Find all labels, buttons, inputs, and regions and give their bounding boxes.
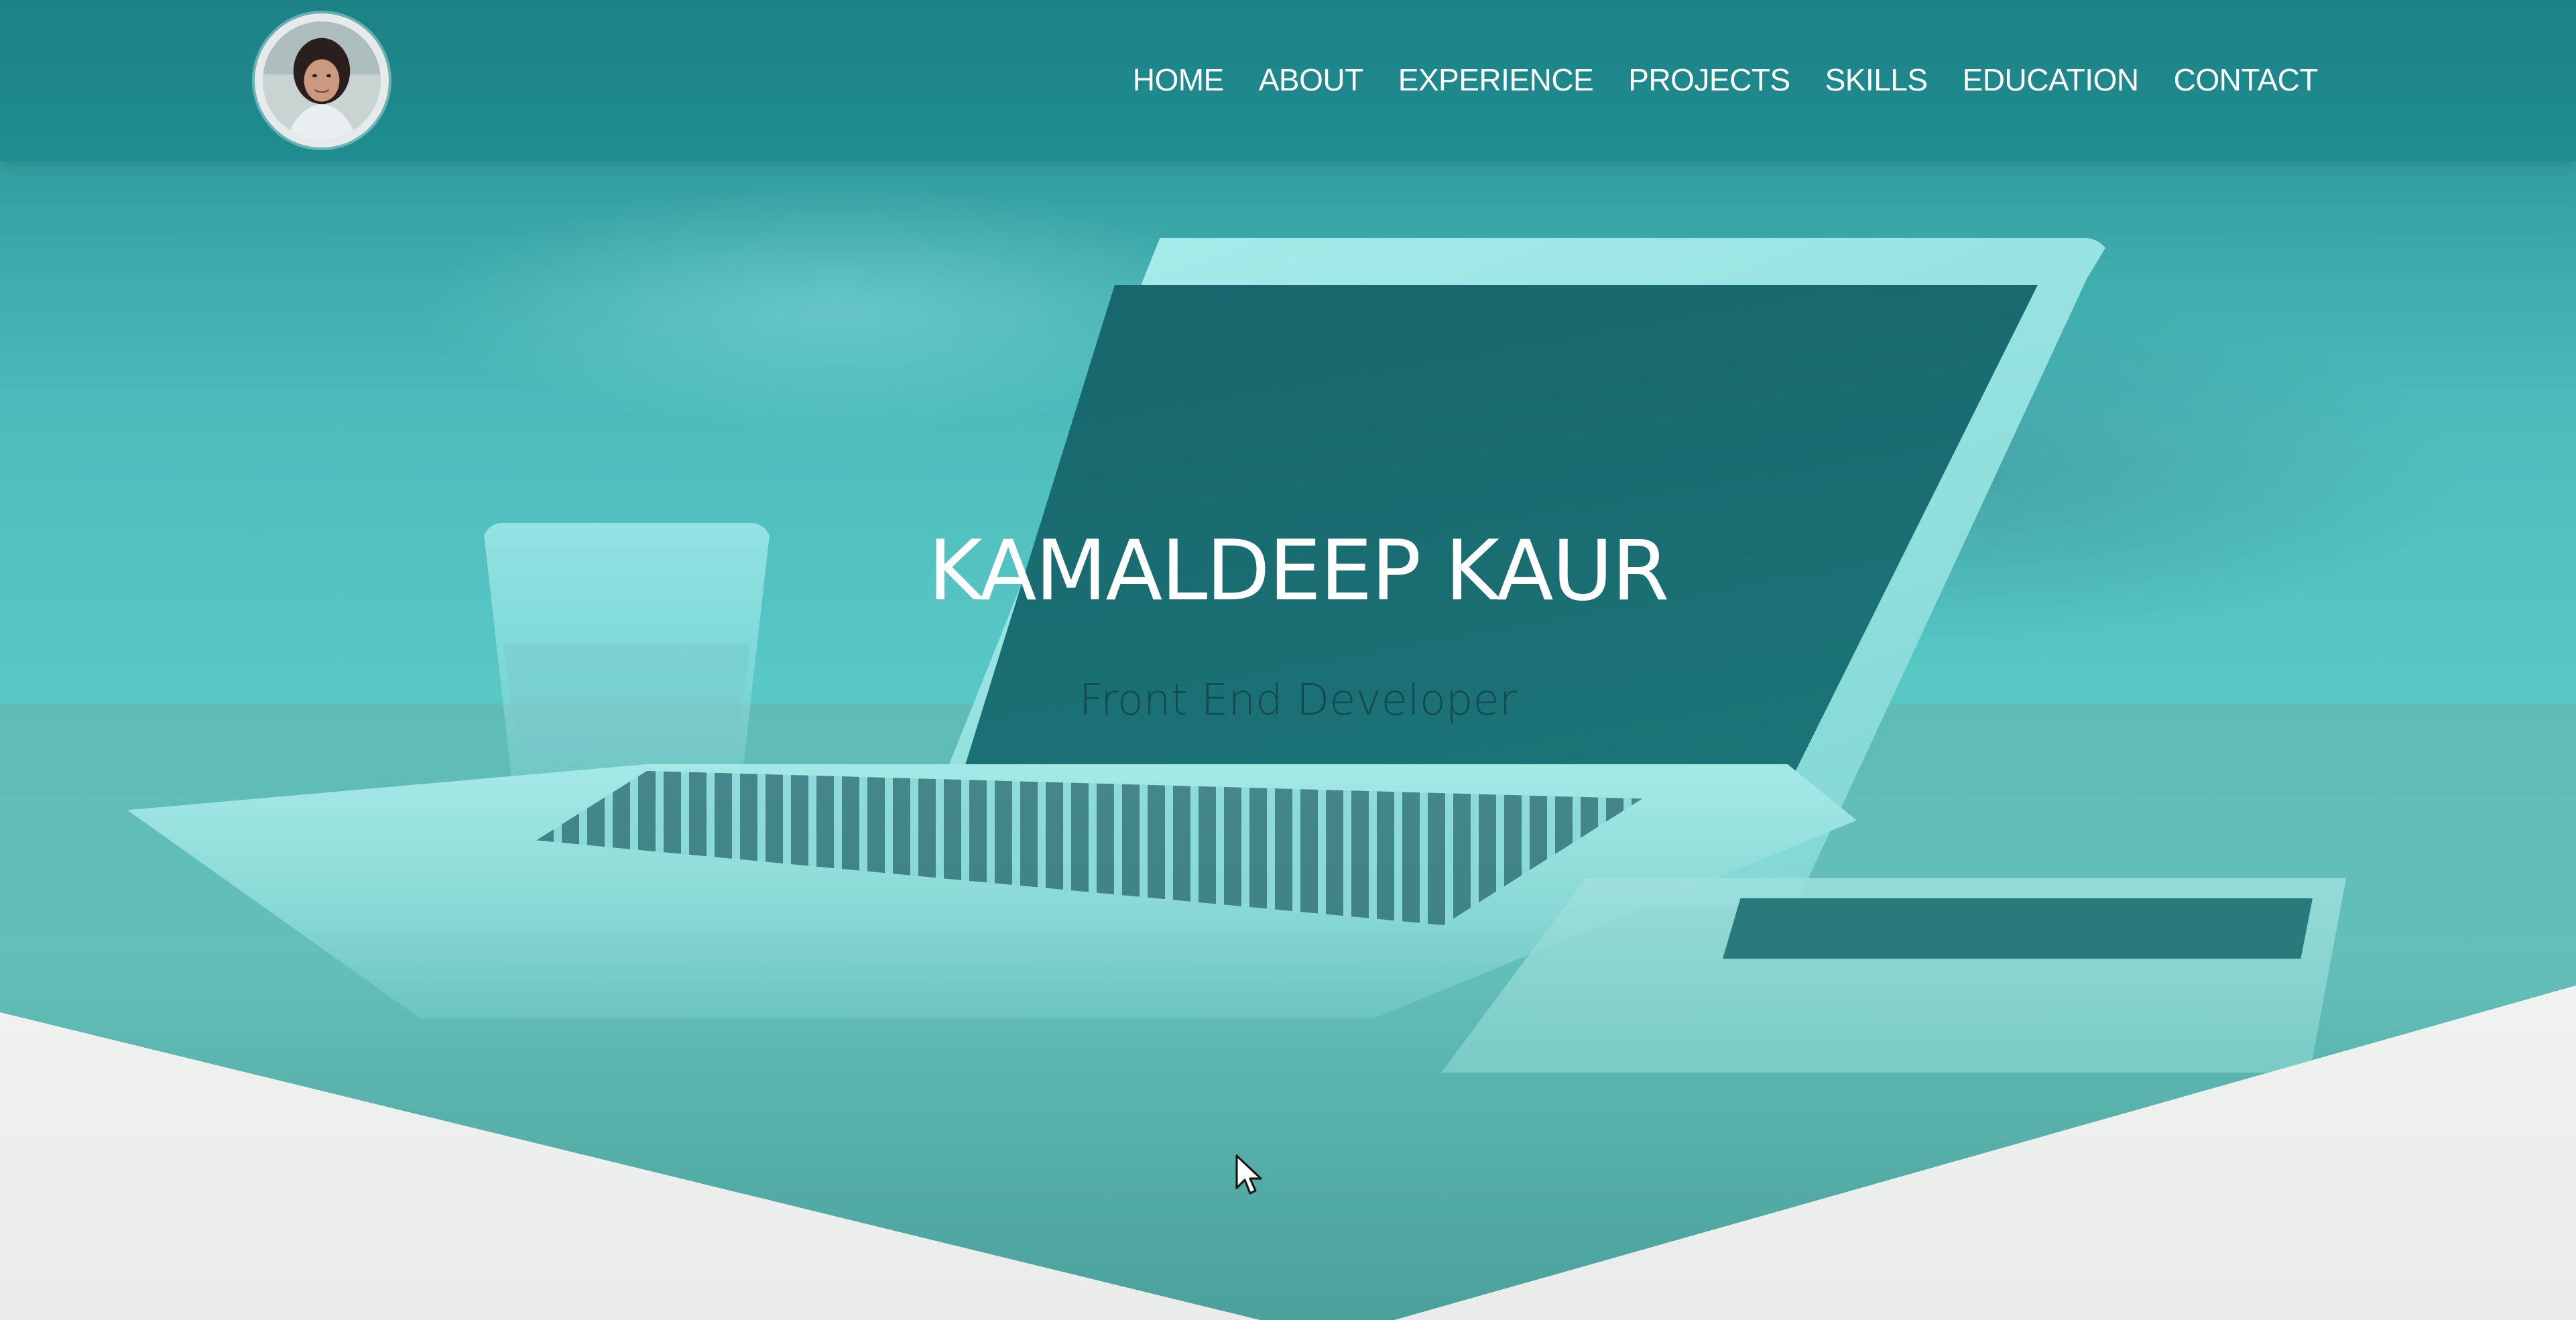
- nav-about[interactable]: ABOUT: [1259, 62, 1363, 98]
- mouse-pointer-icon: [1235, 1154, 1262, 1195]
- nav-contact[interactable]: CONTACT: [2174, 62, 2319, 98]
- hero-banner: KAMALDEEP KAUR Front End Developer: [0, 0, 2576, 1320]
- avatar[interactable]: [255, 13, 389, 147]
- hero-role: Front End Developer: [1079, 676, 1518, 725]
- navbar: HOME ABOUT EXPERIENCE PROJECTS SKILLS ED…: [0, 0, 2576, 161]
- nav-education[interactable]: EDUCATION: [1963, 62, 2140, 98]
- nav-home[interactable]: HOME: [1133, 62, 1225, 98]
- nav-experience[interactable]: EXPERIENCE: [1398, 62, 1594, 98]
- nav-projects[interactable]: PROJECTS: [1628, 62, 1790, 98]
- hero-name: KAMALDEEP KAUR: [928, 523, 1669, 619]
- nav-skills[interactable]: SKILLS: [1825, 62, 1928, 98]
- avatar-photo-icon: [263, 21, 381, 139]
- main-nav: HOME ABOUT EXPERIENCE PROJECTS SKILLS ED…: [1133, 62, 2319, 98]
- phone-screen-image: [1723, 898, 2313, 959]
